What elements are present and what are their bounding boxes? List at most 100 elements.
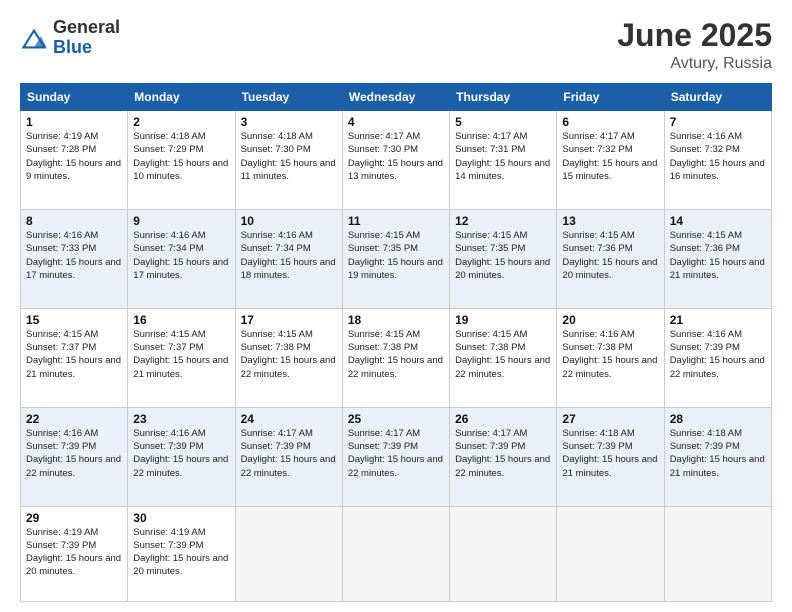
day-number: 14 — [670, 214, 766, 228]
day-number: 12 — [455, 214, 551, 228]
calendar-cell: 20Sunrise: 4:16 AMSunset: 7:38 PMDayligh… — [557, 308, 664, 407]
cell-info: Sunrise: 4:15 AMSunset: 7:37 PMDaylight:… — [133, 328, 229, 381]
calendar-cell: 12Sunrise: 4:15 AMSunset: 7:35 PMDayligh… — [450, 210, 557, 309]
cell-info: Sunrise: 4:15 AMSunset: 7:36 PMDaylight:… — [670, 229, 766, 282]
calendar-cell: 30Sunrise: 4:19 AMSunset: 7:39 PMDayligh… — [128, 506, 235, 601]
calendar-cell: 9Sunrise: 4:16 AMSunset: 7:34 PMDaylight… — [128, 210, 235, 309]
header-thursday: Thursday — [450, 84, 557, 111]
title-section: June 2025 Avtury, Russia — [617, 18, 772, 73]
logo-icon — [20, 25, 48, 53]
calendar-cell: 15Sunrise: 4:15 AMSunset: 7:37 PMDayligh… — [21, 308, 128, 407]
day-number: 10 — [241, 214, 337, 228]
location-title: Avtury, Russia — [617, 55, 772, 73]
day-number: 2 — [133, 115, 229, 129]
header-section: General Blue June 2025 Avtury, Russia — [20, 18, 772, 73]
day-number: 16 — [133, 313, 229, 327]
cell-info: Sunrise: 4:17 AMSunset: 7:39 PMDaylight:… — [455, 427, 551, 480]
calendar-cell: 5Sunrise: 4:17 AMSunset: 7:31 PMDaylight… — [450, 111, 557, 210]
logo-text: General Blue — [53, 18, 120, 58]
calendar-cell: 2Sunrise: 4:18 AMSunset: 7:29 PMDaylight… — [128, 111, 235, 210]
day-number: 15 — [26, 313, 122, 327]
cell-info: Sunrise: 4:15 AMSunset: 7:38 PMDaylight:… — [455, 328, 551, 381]
day-number: 13 — [562, 214, 658, 228]
header-sunday: Sunday — [21, 84, 128, 111]
calendar-cell: 23Sunrise: 4:16 AMSunset: 7:39 PMDayligh… — [128, 407, 235, 506]
calendar-cell — [235, 506, 342, 601]
header-monday: Monday — [128, 84, 235, 111]
header-saturday: Saturday — [664, 84, 771, 111]
calendar-cell — [664, 506, 771, 601]
day-number: 5 — [455, 115, 551, 129]
calendar-cell: 13Sunrise: 4:15 AMSunset: 7:36 PMDayligh… — [557, 210, 664, 309]
calendar-cell: 18Sunrise: 4:15 AMSunset: 7:38 PMDayligh… — [342, 308, 449, 407]
calendar-cell — [342, 506, 449, 601]
day-number: 3 — [241, 115, 337, 129]
cell-info: Sunrise: 4:15 AMSunset: 7:37 PMDaylight:… — [26, 328, 122, 381]
cell-info: Sunrise: 4:16 AMSunset: 7:34 PMDaylight:… — [133, 229, 229, 282]
day-number: 22 — [26, 412, 122, 426]
calendar-cell: 27Sunrise: 4:18 AMSunset: 7:39 PMDayligh… — [557, 407, 664, 506]
cell-info: Sunrise: 4:19 AMSunset: 7:28 PMDaylight:… — [26, 130, 122, 183]
cell-info: Sunrise: 4:15 AMSunset: 7:36 PMDaylight:… — [562, 229, 658, 282]
day-number: 17 — [241, 313, 337, 327]
cell-info: Sunrise: 4:15 AMSunset: 7:35 PMDaylight:… — [348, 229, 444, 282]
page: General Blue June 2025 Avtury, Russia Su… — [0, 0, 792, 612]
calendar-cell: 7Sunrise: 4:16 AMSunset: 7:32 PMDaylight… — [664, 111, 771, 210]
cell-info: Sunrise: 4:16 AMSunset: 7:39 PMDaylight:… — [133, 427, 229, 480]
calendar-cell: 11Sunrise: 4:15 AMSunset: 7:35 PMDayligh… — [342, 210, 449, 309]
header-wednesday: Wednesday — [342, 84, 449, 111]
cell-info: Sunrise: 4:17 AMSunset: 7:32 PMDaylight:… — [562, 130, 658, 183]
day-number: 27 — [562, 412, 658, 426]
header-friday: Friday — [557, 84, 664, 111]
logo-blue: Blue — [53, 38, 120, 58]
day-number: 7 — [670, 115, 766, 129]
calendar-cell: 26Sunrise: 4:17 AMSunset: 7:39 PMDayligh… — [450, 407, 557, 506]
cell-info: Sunrise: 4:15 AMSunset: 7:38 PMDaylight:… — [348, 328, 444, 381]
calendar-cell: 24Sunrise: 4:17 AMSunset: 7:39 PMDayligh… — [235, 407, 342, 506]
cell-info: Sunrise: 4:16 AMSunset: 7:32 PMDaylight:… — [670, 130, 766, 183]
cell-info: Sunrise: 4:17 AMSunset: 7:39 PMDaylight:… — [241, 427, 337, 480]
cell-info: Sunrise: 4:18 AMSunset: 7:30 PMDaylight:… — [241, 130, 337, 183]
cell-info: Sunrise: 4:16 AMSunset: 7:34 PMDaylight:… — [241, 229, 337, 282]
cell-info: Sunrise: 4:18 AMSunset: 7:39 PMDaylight:… — [562, 427, 658, 480]
calendar-table: Sunday Monday Tuesday Wednesday Thursday… — [20, 83, 772, 602]
day-number: 30 — [133, 511, 229, 525]
logo: General Blue — [20, 18, 120, 58]
day-number: 4 — [348, 115, 444, 129]
day-number: 21 — [670, 313, 766, 327]
day-number: 18 — [348, 313, 444, 327]
day-number: 6 — [562, 115, 658, 129]
cell-info: Sunrise: 4:16 AMSunset: 7:39 PMDaylight:… — [670, 328, 766, 381]
calendar-cell: 22Sunrise: 4:16 AMSunset: 7:39 PMDayligh… — [21, 407, 128, 506]
cell-info: Sunrise: 4:18 AMSunset: 7:29 PMDaylight:… — [133, 130, 229, 183]
cell-info: Sunrise: 4:15 AMSunset: 7:38 PMDaylight:… — [241, 328, 337, 381]
calendar-cell: 1Sunrise: 4:19 AMSunset: 7:28 PMDaylight… — [21, 111, 128, 210]
day-number: 20 — [562, 313, 658, 327]
calendar-cell: 3Sunrise: 4:18 AMSunset: 7:30 PMDaylight… — [235, 111, 342, 210]
day-number: 23 — [133, 412, 229, 426]
day-number: 29 — [26, 511, 122, 525]
calendar-cell — [557, 506, 664, 601]
cell-info: Sunrise: 4:15 AMSunset: 7:35 PMDaylight:… — [455, 229, 551, 282]
header-tuesday: Tuesday — [235, 84, 342, 111]
day-number: 1 — [26, 115, 122, 129]
day-number: 11 — [348, 214, 444, 228]
calendar-cell: 6Sunrise: 4:17 AMSunset: 7:32 PMDaylight… — [557, 111, 664, 210]
calendar-cell: 10Sunrise: 4:16 AMSunset: 7:34 PMDayligh… — [235, 210, 342, 309]
logo-general: General — [53, 18, 120, 38]
calendar-cell: 19Sunrise: 4:15 AMSunset: 7:38 PMDayligh… — [450, 308, 557, 407]
day-number: 8 — [26, 214, 122, 228]
calendar-cell: 29Sunrise: 4:19 AMSunset: 7:39 PMDayligh… — [21, 506, 128, 601]
calendar-cell: 14Sunrise: 4:15 AMSunset: 7:36 PMDayligh… — [664, 210, 771, 309]
calendar-cell: 21Sunrise: 4:16 AMSunset: 7:39 PMDayligh… — [664, 308, 771, 407]
calendar-cell: 28Sunrise: 4:18 AMSunset: 7:39 PMDayligh… — [664, 407, 771, 506]
day-number: 19 — [455, 313, 551, 327]
day-number: 28 — [670, 412, 766, 426]
cell-info: Sunrise: 4:18 AMSunset: 7:39 PMDaylight:… — [670, 427, 766, 480]
cell-info: Sunrise: 4:16 AMSunset: 7:39 PMDaylight:… — [26, 427, 122, 480]
day-number: 24 — [241, 412, 337, 426]
calendar-cell: 8Sunrise: 4:16 AMSunset: 7:33 PMDaylight… — [21, 210, 128, 309]
cell-info: Sunrise: 4:19 AMSunset: 7:39 PMDaylight:… — [26, 526, 122, 579]
cell-info: Sunrise: 4:16 AMSunset: 7:38 PMDaylight:… — [562, 328, 658, 381]
month-title: June 2025 — [617, 18, 772, 53]
